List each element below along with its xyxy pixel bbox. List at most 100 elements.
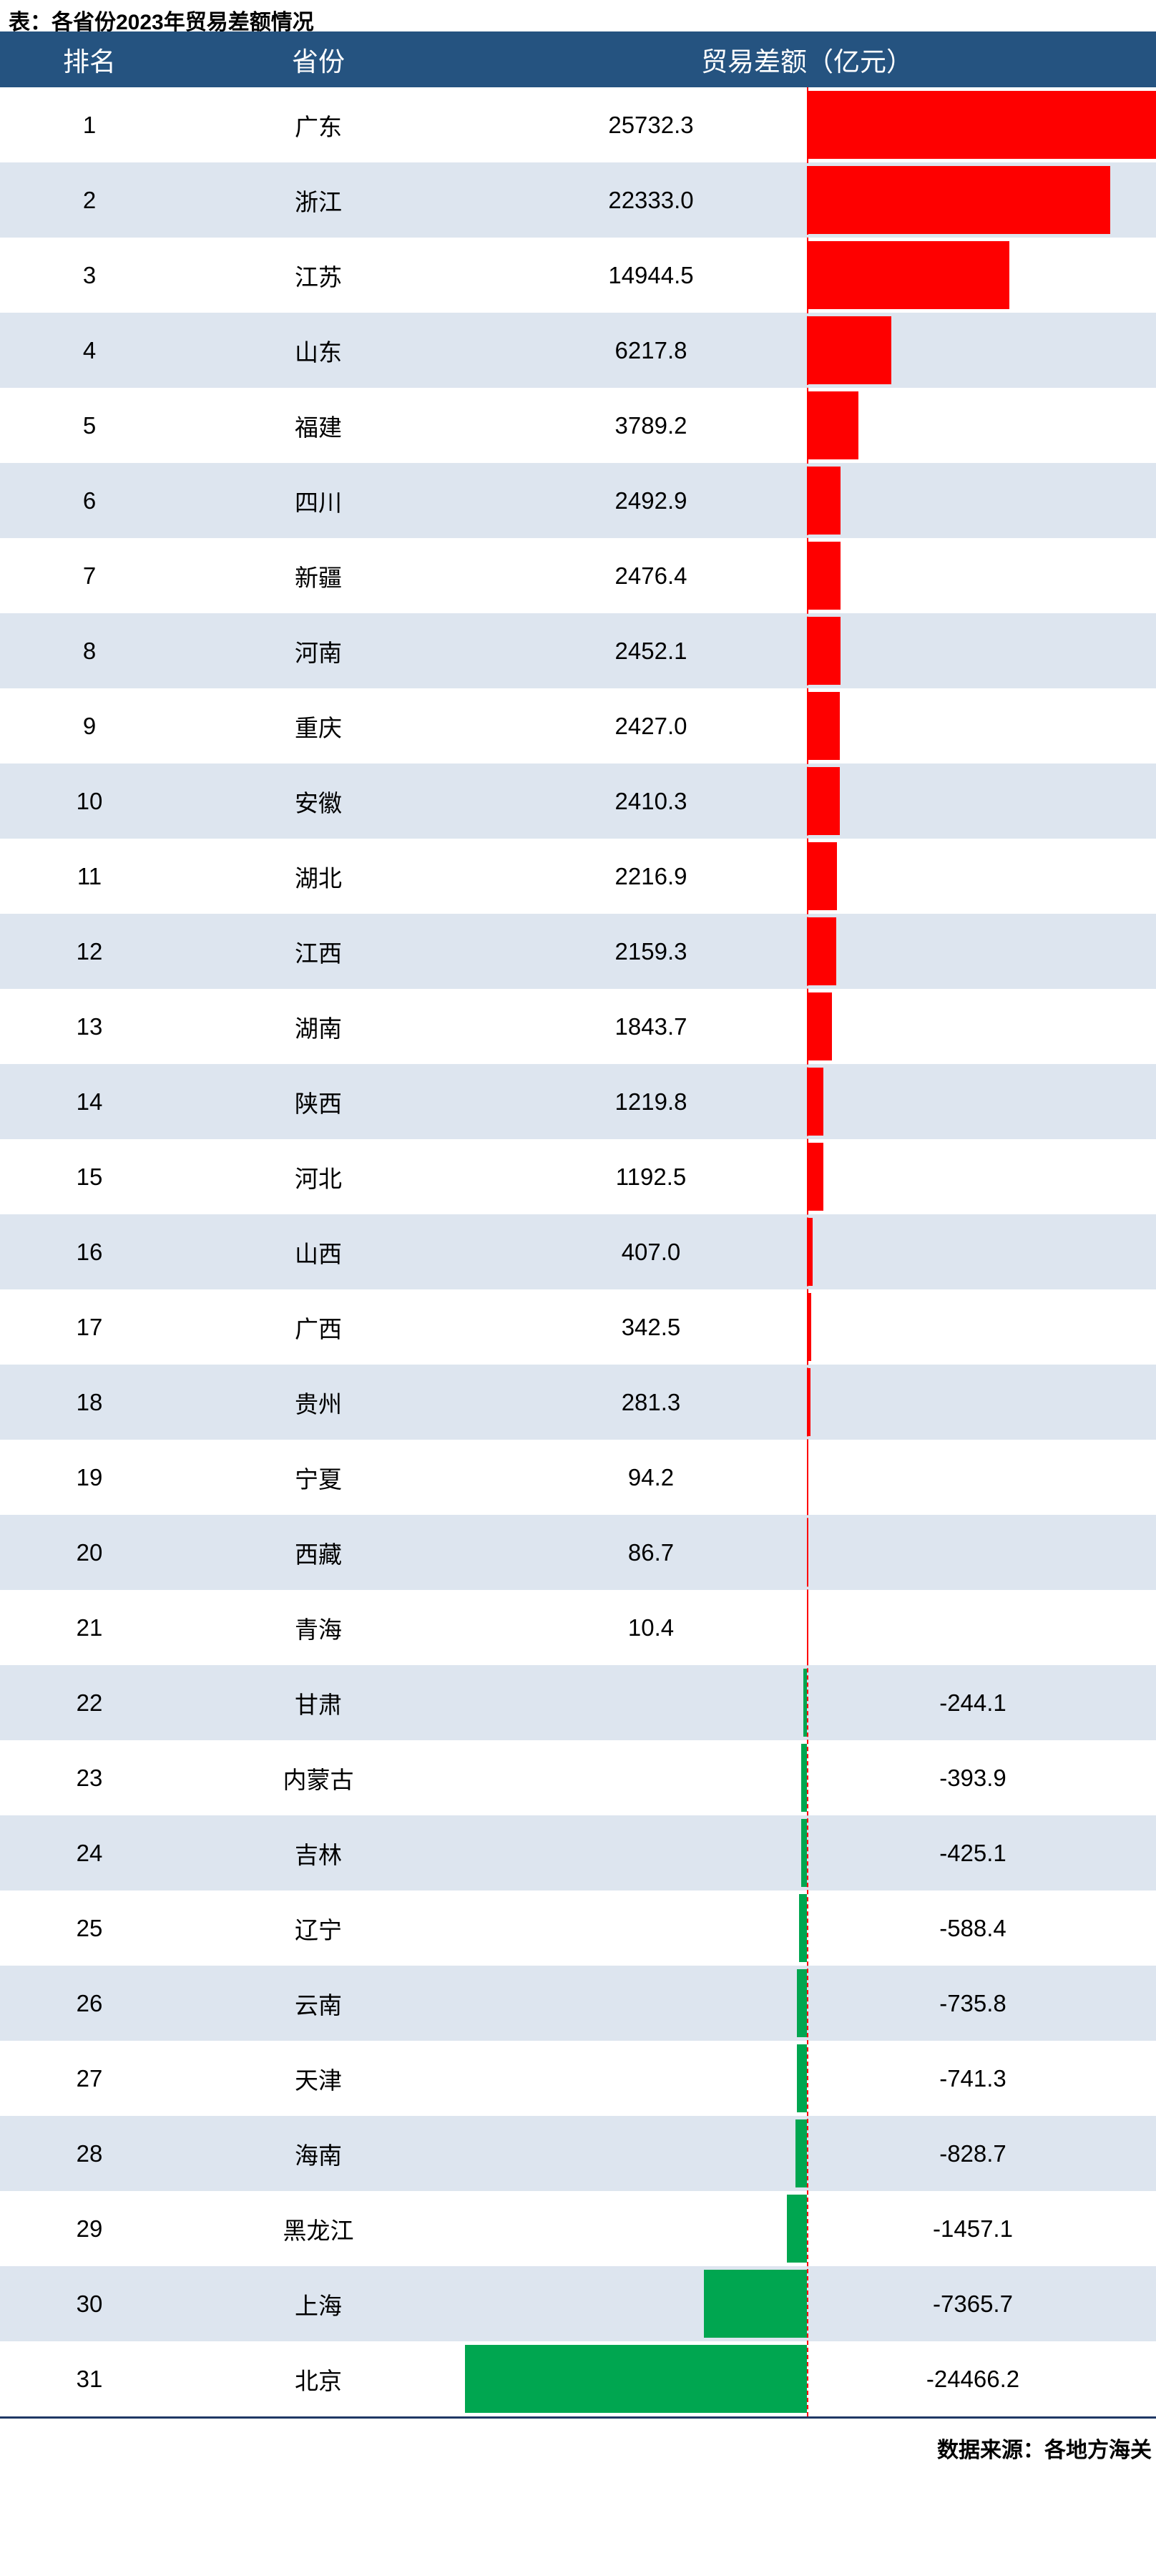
cell-value: 407.0 xyxy=(621,1238,681,1265)
cell-rank: 23 xyxy=(76,1764,103,1791)
cell-value: 2216.9 xyxy=(614,862,687,889)
cell-value: 281.3 xyxy=(621,1388,681,1415)
cell-rank: 15 xyxy=(76,1163,103,1190)
table-row: 18 贵州 281.3 xyxy=(0,1365,1156,1440)
cell-rank: 7 xyxy=(82,562,97,589)
table-row: 28 海南 -828.7 xyxy=(0,2116,1156,2191)
cell-value: 2476.4 xyxy=(614,562,687,589)
cell-value: 2492.9 xyxy=(614,487,687,514)
table-row: 1 广东 25732.3 xyxy=(0,87,1156,162)
table-row: 22 甘肃 -244.1 xyxy=(0,1665,1156,1740)
table-body: 1 广东 25732.3 2 浙江 22333.0 3 江苏 14944.5 4 山东 6217.8 5… xyxy=(0,87,1156,2416)
cell-value: -24466.2 xyxy=(926,2365,1020,2392)
cell-rank: 17 xyxy=(76,1313,103,1340)
cell-value: 1219.8 xyxy=(614,1088,687,1115)
cell-rank: 3 xyxy=(82,261,97,288)
cell-value: 1192.5 xyxy=(615,1163,687,1190)
table-row: 20 西藏 86.7 xyxy=(0,1515,1156,1590)
table-row: 10 安徽 2410.3 xyxy=(0,763,1156,839)
cell-rank: 6 xyxy=(82,487,97,514)
cell-rank: 12 xyxy=(76,937,103,965)
cell-rank: 16 xyxy=(76,1238,103,1265)
cell-province: 安徽 xyxy=(295,789,342,816)
cell-province: 北京 xyxy=(295,2367,342,2394)
table-row: 15 河北 1192.5 xyxy=(0,1139,1156,1214)
cell-province: 海南 xyxy=(295,2142,342,2169)
cell-rank: 24 xyxy=(76,1839,103,1866)
cell-rank: 14 xyxy=(76,1088,103,1115)
cell-province: 湖南 xyxy=(295,1015,342,1042)
cell-province: 黑龙江 xyxy=(283,2217,354,2244)
cell-value: 22333.0 xyxy=(608,186,694,213)
column-header-rank: 排名 xyxy=(63,48,116,77)
data-table: 排名 省份 贸易差额（亿元） 1 广东 25732.3 2 浙江 22333.0 3 江苏 14… xyxy=(0,31,1156,2462)
cell-province: 宁夏 xyxy=(295,1465,342,1493)
table-row: 5 福建 3789.2 xyxy=(0,388,1156,463)
cell-province: 重庆 xyxy=(295,714,342,741)
cell-value: 342.5 xyxy=(621,1313,681,1340)
cell-rank: 8 xyxy=(82,637,97,664)
table-row: 2 浙江 22333.0 xyxy=(0,162,1156,238)
cell-value: 2159.3 xyxy=(614,937,687,965)
cell-rank: 21 xyxy=(76,1614,103,1641)
cell-province: 河南 xyxy=(295,639,342,666)
trade-balance-table-page: 表：各省份2023年贸易差额情况 排名 省份 贸易差额（亿元） 1 广东 25732… xyxy=(0,0,1156,2576)
cell-rank: 2 xyxy=(82,186,97,213)
table-row: 7 新疆 2476.4 xyxy=(0,538,1156,613)
cell-rank: 28 xyxy=(76,2140,103,2167)
cell-province: 新疆 xyxy=(295,564,342,591)
cell-province: 西藏 xyxy=(295,1541,342,1568)
cell-province: 广西 xyxy=(295,1315,342,1342)
table-row: 13 湖南 1843.7 xyxy=(0,989,1156,1064)
cell-value: -1457.1 xyxy=(933,2215,1013,2242)
cell-rank: 18 xyxy=(76,1388,103,1415)
table-row: 31 北京 -24466.2 xyxy=(0,2341,1156,2416)
cell-value: 25732.3 xyxy=(608,111,694,138)
cell-province: 陕西 xyxy=(295,1090,342,1117)
table-row: 3 江苏 14944.5 xyxy=(0,238,1156,313)
cell-province: 甘肃 xyxy=(295,1691,342,1718)
cell-value: 1843.7 xyxy=(614,1013,687,1040)
cell-province: 江西 xyxy=(295,940,342,967)
cell-value: -393.9 xyxy=(939,1764,1006,1791)
cell-province: 山东 xyxy=(295,338,342,366)
cell-value: -828.7 xyxy=(939,2140,1006,2167)
cell-value: 10.4 xyxy=(627,1614,675,1641)
footer-rule xyxy=(0,2416,1156,2419)
cell-value: 86.7 xyxy=(627,1538,675,1566)
cell-province: 广东 xyxy=(295,113,342,140)
table-row: 23 内蒙古 -393.9 xyxy=(0,1740,1156,1815)
table-row: 14 陕西 1219.8 xyxy=(0,1064,1156,1139)
cell-value: -7365.7 xyxy=(933,2290,1013,2317)
source-note: 数据来源：各地方海关 xyxy=(937,2439,1152,2462)
cell-province: 福建 xyxy=(295,414,342,441)
column-header-province: 省份 xyxy=(292,48,345,77)
table-row: 19 宁夏 94.2 xyxy=(0,1440,1156,1515)
table-header-row: 排名 省份 贸易差额（亿元） xyxy=(0,31,1156,87)
cell-province: 四川 xyxy=(295,489,342,516)
table-row: 9 重庆 2427.0 xyxy=(0,688,1156,763)
cell-rank: 30 xyxy=(76,2290,103,2317)
cell-value: -588.4 xyxy=(939,1914,1006,1941)
cell-rank: 5 xyxy=(82,411,97,439)
cell-province: 湖北 xyxy=(295,864,342,892)
cell-province: 吉林 xyxy=(295,1841,342,1868)
cell-value: -244.1 xyxy=(939,1689,1006,1716)
table-row: 25 辽宁 -588.4 xyxy=(0,1890,1156,1966)
cell-province: 青海 xyxy=(295,1616,342,1643)
cell-rank: 10 xyxy=(76,787,103,814)
table-row: 17 广西 342.5 xyxy=(0,1289,1156,1365)
table-row: 24 吉林 -425.1 xyxy=(0,1815,1156,1890)
cell-rank: 26 xyxy=(76,1989,103,2016)
cell-province: 贵州 xyxy=(295,1390,342,1418)
table-row: 8 河南 2452.1 xyxy=(0,613,1156,688)
cell-rank: 20 xyxy=(76,1538,103,1566)
table-row: 11 湖北 2216.9 xyxy=(0,839,1156,914)
table-row: 27 天津 -741.3 xyxy=(0,2041,1156,2116)
cell-value: 2452.1 xyxy=(614,637,687,664)
table-row: 26 云南 -735.8 xyxy=(0,1966,1156,2041)
cell-province: 天津 xyxy=(295,2067,342,2094)
table-row: 29 黑龙江 -1457.1 xyxy=(0,2191,1156,2266)
cell-rank: 25 xyxy=(76,1914,103,1941)
cell-value: -741.3 xyxy=(939,2064,1006,2092)
